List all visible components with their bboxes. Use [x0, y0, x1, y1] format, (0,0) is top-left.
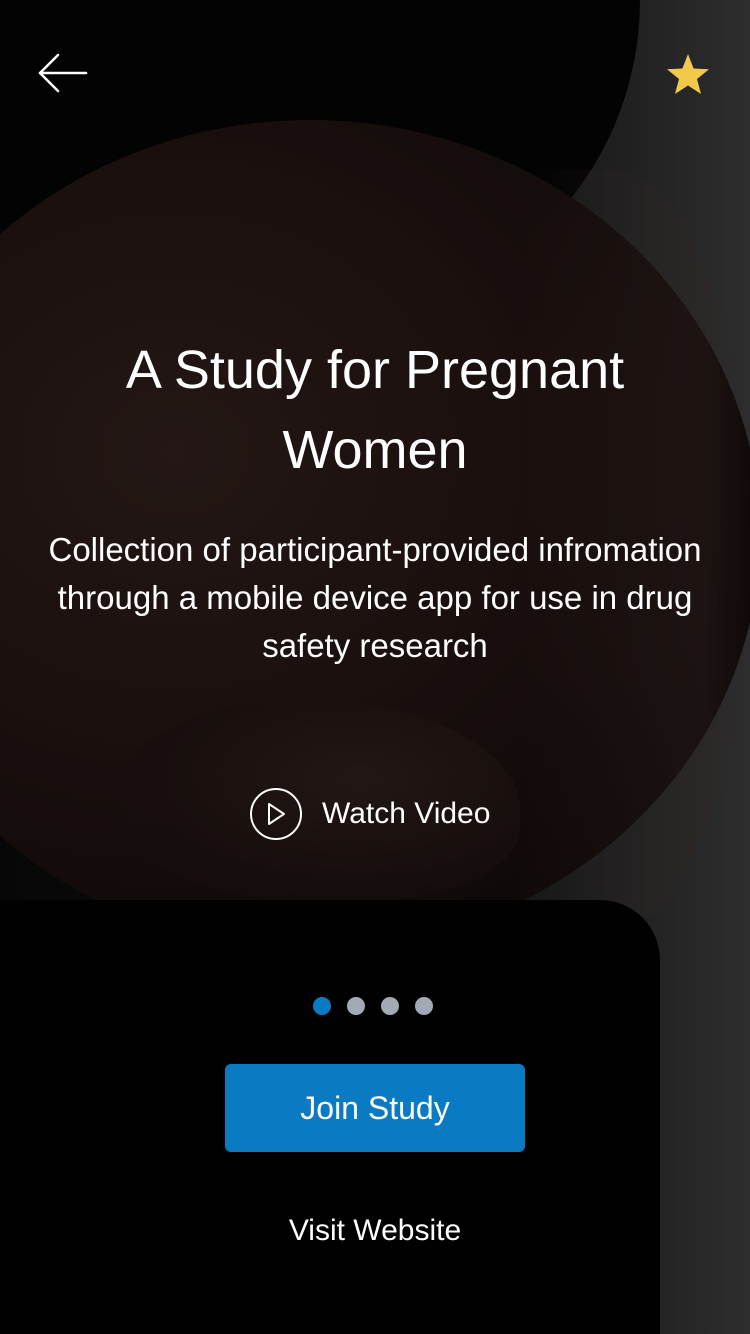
arrow-left-icon [38, 53, 88, 93]
star-icon [667, 54, 709, 94]
page-indicator [313, 997, 433, 1015]
watch-video-label: Watch Video [322, 797, 491, 830]
study-description: Collection of participant-provided infro… [48, 531, 702, 664]
watch-video-button[interactable]: Watch Video [250, 786, 490, 842]
page-dot-2[interactable] [347, 997, 365, 1015]
favorite-button[interactable] [664, 52, 712, 98]
back-button[interactable] [34, 50, 94, 96]
page-dot-4[interactable] [415, 997, 433, 1015]
page-dot-3[interactable] [381, 997, 399, 1015]
join-study-button[interactable]: Join Study [225, 1064, 525, 1152]
study-overview-screen: A Study for Pregnant Women Collection of… [0, 0, 750, 1334]
study-title: A Study for Pregnant Women [125, 340, 625, 480]
visit-website-link[interactable]: Visit Website [225, 1214, 525, 1248]
play-circle-icon [250, 788, 302, 840]
page-dot-1[interactable] [313, 997, 331, 1015]
